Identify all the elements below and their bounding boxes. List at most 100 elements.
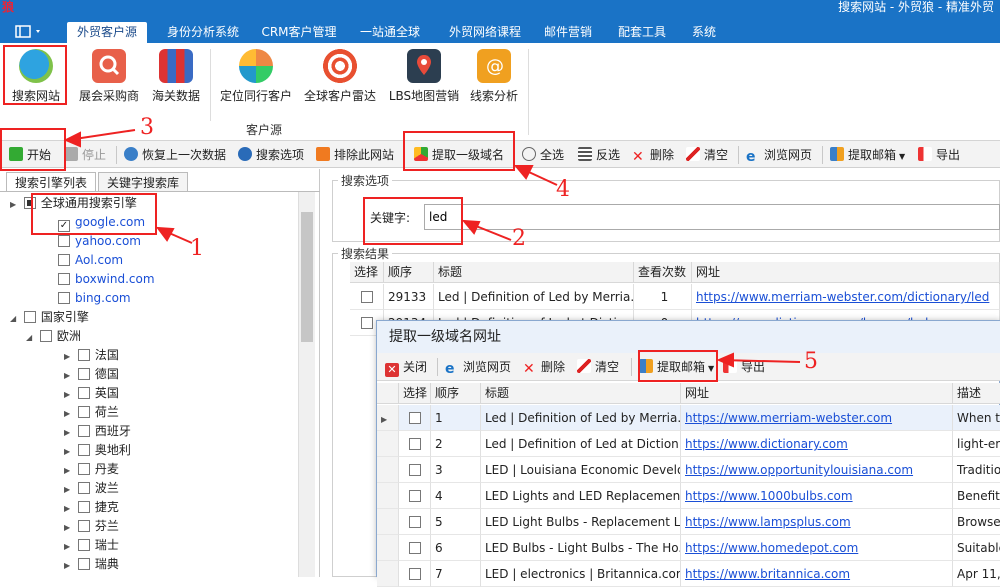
tab-tools[interactable]: 配套工具 xyxy=(610,22,674,43)
col-header-description[interactable]: 描述 xyxy=(953,383,1000,404)
country-checkbox[interactable] xyxy=(77,539,90,551)
scrollbar-thumb[interactable] xyxy=(301,212,313,342)
country-checkbox[interactable] xyxy=(77,463,90,475)
row-url[interactable]: https://www.lampsplus.com xyxy=(681,509,953,535)
lead-analysis-button[interactable]: @ 线索分析 xyxy=(466,47,522,109)
col-header-order[interactable]: 顺序 xyxy=(384,262,434,283)
row-url[interactable]: https://www.dictionary.com xyxy=(681,431,953,457)
row-checkbox[interactable] xyxy=(409,516,421,528)
country-checkbox[interactable] xyxy=(77,444,90,456)
country-checkbox[interactable] xyxy=(77,520,90,532)
engine-checkbox[interactable] xyxy=(58,235,70,247)
restore-data-button[interactable]: 恢复上一次数据 xyxy=(124,145,226,165)
country-checkbox[interactable] xyxy=(77,425,90,437)
country-item[interactable]: ▶ 波兰 xyxy=(64,479,119,498)
col-header-order[interactable]: 顺序 xyxy=(431,383,481,404)
tree-group-country[interactable]: ◢ 国家引擎 xyxy=(10,308,89,327)
engine-item[interactable]: Aol.com xyxy=(58,251,123,270)
country-item[interactable]: ▶ 芬兰 xyxy=(64,517,119,536)
country-checkbox[interactable] xyxy=(77,501,90,513)
tab-email-marketing[interactable]: 邮件营销 xyxy=(538,22,598,43)
export-button[interactable]: 导出 xyxy=(918,145,960,165)
tab-global[interactable]: 一站通全球 xyxy=(352,22,428,43)
country-item[interactable]: ▶ 瑞典 xyxy=(64,555,119,574)
row-select[interactable] xyxy=(399,483,431,509)
clear-button[interactable]: 清空 xyxy=(686,145,728,165)
dialog-clear-button[interactable]: 清空 xyxy=(577,357,619,377)
country-item[interactable]: ▶ 捷克 xyxy=(64,498,119,517)
country-item[interactable]: ▶ 法国 xyxy=(64,346,119,365)
row-url[interactable]: https://www.britannica.com xyxy=(681,561,953,587)
tab-courses[interactable]: 外贸网络课程 xyxy=(440,22,530,43)
country-checkbox[interactable] xyxy=(77,558,90,570)
engine-item[interactable]: ✓ google.com xyxy=(58,213,145,232)
group-checkbox[interactable] xyxy=(23,311,36,323)
search-website-button[interactable]: 搜索网站 xyxy=(8,47,64,109)
country-item[interactable]: ▶ 奥地利 xyxy=(64,441,131,460)
tree-region[interactable]: ◢ 欧洲 xyxy=(26,327,81,346)
row-select[interactable] xyxy=(399,457,431,483)
col-header-select[interactable]: 选择 xyxy=(350,262,384,283)
row-checkbox[interactable] xyxy=(361,291,373,303)
row-select[interactable] xyxy=(350,284,384,310)
dialog-close-button[interactable]: ✕ 关闭 xyxy=(385,357,427,377)
row-url[interactable]: https://www.merriam-webster.com/dictiona… xyxy=(692,284,1000,310)
engine-item[interactable]: bing.com xyxy=(58,289,131,308)
country-checkbox[interactable] xyxy=(77,349,90,361)
row-select[interactable] xyxy=(399,561,431,587)
stop-button[interactable]: 停止 xyxy=(64,145,106,165)
locate-peer-customers-button[interactable]: 定位同行客户 xyxy=(216,47,296,109)
tab-identity-analysis[interactable]: 身份分析系统 xyxy=(158,22,248,43)
row-checkbox[interactable] xyxy=(409,490,421,502)
country-checkbox[interactable] xyxy=(77,387,90,399)
row-checkbox[interactable] xyxy=(409,542,421,554)
vertical-scrollbar[interactable] xyxy=(298,192,315,577)
tab-keyword-library[interactable]: 关键字搜索库 xyxy=(98,172,189,192)
system-menu-button[interactable] xyxy=(10,23,46,39)
row-url[interactable]: https://www.homedepot.com xyxy=(681,535,953,561)
select-all-button[interactable]: 全选 xyxy=(522,145,564,165)
row-url[interactable]: https://www.merriam-webster.com xyxy=(681,405,953,431)
tab-system[interactable]: 系统 xyxy=(684,22,724,43)
row-url[interactable]: https://www.1000bulbs.com xyxy=(681,483,953,509)
engine-checkbox[interactable] xyxy=(58,254,70,266)
delete-button[interactable]: ✕ 删除 xyxy=(632,145,674,165)
row-select[interactable] xyxy=(399,431,431,457)
keyword-input[interactable] xyxy=(424,204,1000,230)
country-item[interactable]: ▶ 西班牙 xyxy=(64,422,131,441)
exclude-site-button[interactable]: 排除此网站 xyxy=(316,145,394,165)
row-checkbox[interactable] xyxy=(409,438,421,450)
lbs-map-button[interactable]: LBS地图营销 xyxy=(386,47,462,109)
row-select[interactable] xyxy=(399,405,431,431)
engine-checkbox[interactable]: ✓ xyxy=(58,220,70,232)
row-select[interactable] xyxy=(399,535,431,561)
partial-checkbox[interactable] xyxy=(23,197,36,209)
dialog-browse-button[interactable]: e 浏览网页 xyxy=(445,357,511,377)
col-header-title[interactable]: 标题 xyxy=(481,383,681,404)
dialog-delete-button[interactable]: ✕ 删除 xyxy=(523,357,565,377)
region-checkbox[interactable] xyxy=(39,330,52,342)
row-select[interactable] xyxy=(399,509,431,535)
browse-webpage-button[interactable]: e 浏览网页 xyxy=(746,145,812,165)
col-header-title[interactable]: 标题 xyxy=(434,262,634,283)
country-checkbox[interactable] xyxy=(77,368,90,380)
extract-domain-button[interactable]: 提取一级域名 xyxy=(414,145,504,165)
row-url[interactable]: https://www.opportunitylouisiana.com xyxy=(681,457,953,483)
invert-selection-button[interactable]: 反选 xyxy=(578,145,620,165)
dialog-extract-email-dropdown[interactable]: 提取邮箱 ▼ xyxy=(639,357,714,377)
engine-item[interactable]: boxwind.com xyxy=(58,270,155,289)
col-header-views[interactable]: 查看次数 xyxy=(634,262,692,283)
dialog-export-button[interactable]: 导出 xyxy=(723,357,765,377)
global-radar-button[interactable]: 全球客户雷达 xyxy=(300,47,380,109)
search-options-button[interactable]: 搜索选项 xyxy=(238,145,304,165)
tree-group-general[interactable]: ▶ 全球通用搜索引擎 xyxy=(10,194,137,213)
country-checkbox[interactable] xyxy=(77,406,90,418)
start-button[interactable]: 开始 xyxy=(9,145,51,165)
tab-customer-source[interactable]: 外贸客户源 xyxy=(67,22,147,43)
engine-checkbox[interactable] xyxy=(58,273,70,285)
extract-email-dropdown[interactable]: 提取邮箱 ▼ xyxy=(830,145,905,165)
customs-data-button[interactable]: 海关数据 xyxy=(148,47,204,109)
tab-engine-list[interactable]: 搜索引擎列表 xyxy=(6,172,97,192)
country-item[interactable]: ▶ 英国 xyxy=(64,384,119,403)
country-item[interactable]: ▶ 德国 xyxy=(64,365,119,384)
